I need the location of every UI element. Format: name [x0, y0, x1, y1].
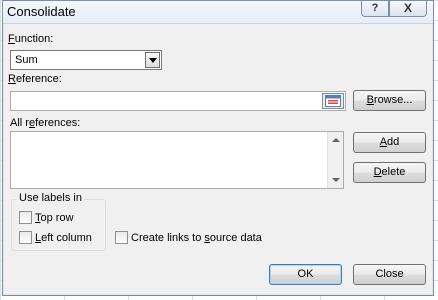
help-button[interactable]: ? [361, 1, 389, 17]
all-references-scrollbar[interactable] [327, 132, 343, 188]
top-row-label[interactable]: Top row [35, 212, 74, 224]
use-labels-title: Use labels in [17, 192, 84, 204]
reference-input[interactable] [10, 91, 346, 111]
delete-button[interactable]: Delete [353, 162, 426, 183]
all-references-list[interactable] [10, 131, 344, 189]
left-column-checkbox[interactable] [19, 231, 32, 244]
add-button[interactable]: Add [353, 132, 426, 153]
left-column-label[interactable]: Left column [35, 232, 92, 244]
create-links-label[interactable]: Create links to source data [131, 232, 262, 244]
scroll-up-icon[interactable] [332, 138, 340, 142]
function-value: Sum [15, 54, 38, 66]
close-icon[interactable]: X [389, 1, 427, 17]
top-row-checkbox[interactable] [19, 211, 32, 224]
dialog-title: Consolidate [7, 4, 76, 19]
close-button[interactable]: Close [353, 264, 426, 285]
create-links-checkbox[interactable] [115, 231, 128, 244]
function-label: Function: [8, 33, 54, 45]
chevron-down-icon[interactable] [145, 52, 160, 68]
title-bar[interactable]: Consolidate ? X [3, 1, 433, 24]
collapse-dialog-icon[interactable] [322, 93, 344, 109]
browse-button[interactable]: Browse... [353, 90, 426, 111]
function-dropdown[interactable]: Sum [10, 50, 162, 70]
all-references-label: All references: [10, 117, 81, 129]
reference-label: Reference: [8, 73, 62, 85]
scroll-down-icon[interactable] [332, 178, 340, 182]
ok-button[interactable]: OK [269, 264, 342, 285]
consolidate-dialog: Consolidate ? X Function: Sum Reference:… [2, 0, 434, 296]
